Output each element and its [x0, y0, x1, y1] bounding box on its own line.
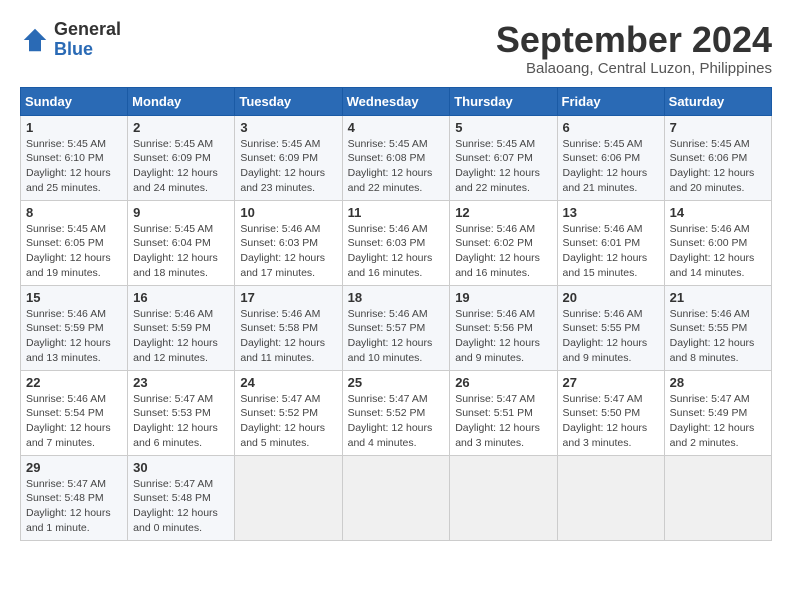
col-sunday: Sunday [21, 87, 128, 115]
table-row: 7 Sunrise: 5:45 AMSunset: 6:06 PMDayligh… [664, 115, 771, 200]
table-row: 21 Sunrise: 5:46 AMSunset: 5:55 PMDaylig… [664, 285, 771, 370]
calendar-header-row: Sunday Monday Tuesday Wednesday Thursday… [21, 87, 772, 115]
table-row: 14 Sunrise: 5:46 AMSunset: 6:00 PMDaylig… [664, 200, 771, 285]
table-row: 20 Sunrise: 5:46 AMSunset: 5:55 PMDaylig… [557, 285, 664, 370]
col-tuesday: Tuesday [235, 87, 342, 115]
table-row: 12 Sunrise: 5:46 AMSunset: 6:02 PMDaylig… [450, 200, 557, 285]
table-row: 19 Sunrise: 5:46 AMSunset: 5:56 PMDaylig… [450, 285, 557, 370]
empty-cell [557, 455, 664, 540]
table-row: 15 Sunrise: 5:46 AMSunset: 5:59 PMDaylig… [21, 285, 128, 370]
table-row: 27 Sunrise: 5:47 AMSunset: 5:50 PMDaylig… [557, 370, 664, 455]
table-row: 8 Sunrise: 5:45 AMSunset: 6:05 PMDayligh… [21, 200, 128, 285]
table-row: 18 Sunrise: 5:46 AMSunset: 5:57 PMDaylig… [342, 285, 450, 370]
empty-cell [342, 455, 450, 540]
table-row: 28 Sunrise: 5:47 AMSunset: 5:49 PMDaylig… [664, 370, 771, 455]
col-monday: Monday [128, 87, 235, 115]
table-row: 3 Sunrise: 5:45 AMSunset: 6:09 PMDayligh… [235, 115, 342, 200]
col-wednesday: Wednesday [342, 87, 450, 115]
week-row-2: 8 Sunrise: 5:45 AMSunset: 6:05 PMDayligh… [21, 200, 772, 285]
table-row: 6 Sunrise: 5:45 AMSunset: 6:06 PMDayligh… [557, 115, 664, 200]
calendar-table: Sunday Monday Tuesday Wednesday Thursday… [20, 87, 772, 541]
table-row: 26 Sunrise: 5:47 AMSunset: 5:51 PMDaylig… [450, 370, 557, 455]
table-row: 17 Sunrise: 5:46 AMSunset: 5:58 PMDaylig… [235, 285, 342, 370]
table-row: 10 Sunrise: 5:46 AMSunset: 6:03 PMDaylig… [235, 200, 342, 285]
week-row-4: 22 Sunrise: 5:46 AMSunset: 5:54 PMDaylig… [21, 370, 772, 455]
logo-icon [20, 25, 50, 55]
table-row: 24 Sunrise: 5:47 AMSunset: 5:52 PMDaylig… [235, 370, 342, 455]
table-row: 9 Sunrise: 5:45 AMSunset: 6:04 PMDayligh… [128, 200, 235, 285]
table-row: 13 Sunrise: 5:46 AMSunset: 6:01 PMDaylig… [557, 200, 664, 285]
table-row: 16 Sunrise: 5:46 AMSunset: 5:59 PMDaylig… [128, 285, 235, 370]
title-block: September 2024 Balaoang, Central Luzon, … [496, 20, 772, 77]
table-row: 1 Sunrise: 5:45 AMSunset: 6:10 PMDayligh… [21, 115, 128, 200]
logo-text: General Blue [54, 20, 121, 60]
table-row: 30 Sunrise: 5:47 AMSunset: 5:48 PMDaylig… [128, 455, 235, 540]
table-row: 11 Sunrise: 5:46 AMSunset: 6:03 PMDaylig… [342, 200, 450, 285]
week-row-3: 15 Sunrise: 5:46 AMSunset: 5:59 PMDaylig… [21, 285, 772, 370]
table-row: 22 Sunrise: 5:46 AMSunset: 5:54 PMDaylig… [21, 370, 128, 455]
page-header: General Blue September 2024 Balaoang, Ce… [20, 20, 772, 77]
table-row: 29 Sunrise: 5:47 AMSunset: 5:48 PMDaylig… [21, 455, 128, 540]
logo: General Blue [20, 20, 121, 60]
month-title: September 2024 [496, 20, 772, 60]
empty-cell [664, 455, 771, 540]
table-row: 5 Sunrise: 5:45 AMSunset: 6:07 PMDayligh… [450, 115, 557, 200]
col-saturday: Saturday [664, 87, 771, 115]
table-row: 2 Sunrise: 5:45 AMSunset: 6:09 PMDayligh… [128, 115, 235, 200]
table-row: 25 Sunrise: 5:47 AMSunset: 5:52 PMDaylig… [342, 370, 450, 455]
col-friday: Friday [557, 87, 664, 115]
week-row-5: 29 Sunrise: 5:47 AMSunset: 5:48 PMDaylig… [21, 455, 772, 540]
table-row: 23 Sunrise: 5:47 AMSunset: 5:53 PMDaylig… [128, 370, 235, 455]
week-row-1: 1 Sunrise: 5:45 AMSunset: 6:10 PMDayligh… [21, 115, 772, 200]
location-title: Balaoang, Central Luzon, Philippines [496, 60, 772, 77]
empty-cell [450, 455, 557, 540]
col-thursday: Thursday [450, 87, 557, 115]
empty-cell [235, 455, 342, 540]
table-row: 4 Sunrise: 5:45 AMSunset: 6:08 PMDayligh… [342, 115, 450, 200]
